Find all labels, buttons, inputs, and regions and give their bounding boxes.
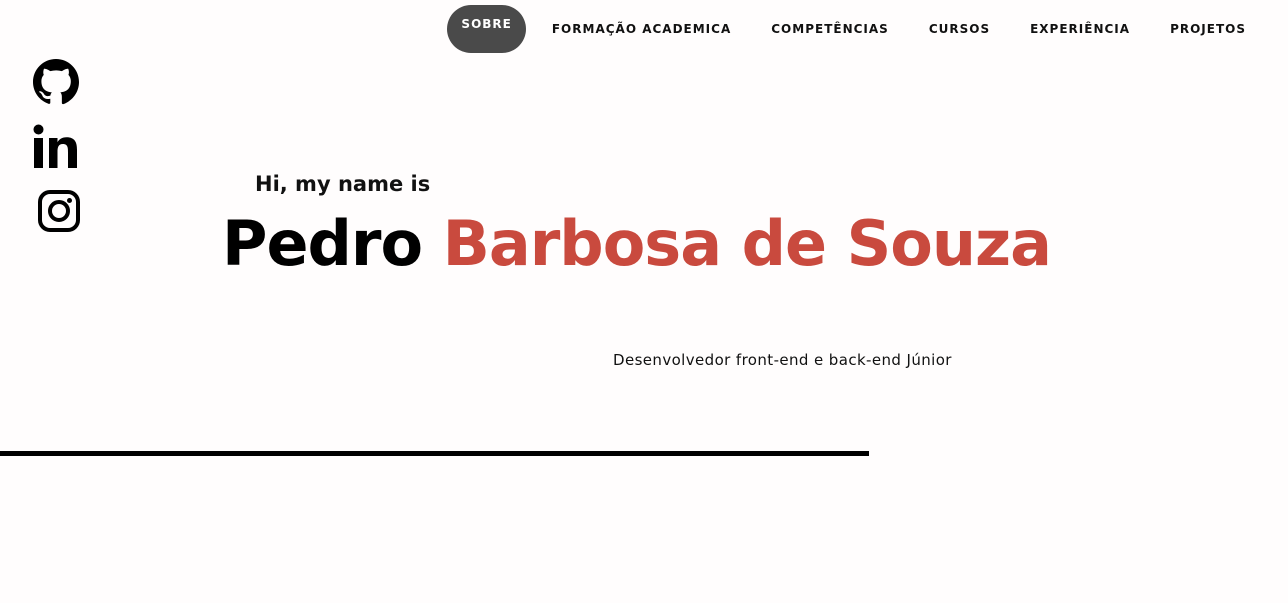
github-icon (33, 59, 79, 105)
social-links (32, 58, 82, 250)
nav-item-experiencia[interactable]: EXPERIÊNCIA (1010, 5, 1150, 53)
last-name: Barbosa de Souza (442, 207, 1052, 280)
instagram-icon (38, 190, 80, 232)
nav-item-cursos[interactable]: CURSOS (909, 5, 1010, 53)
nav-item-sobre[interactable]: SOBRE (447, 5, 526, 53)
hero-name: Pedro Barbosa de Souza (222, 207, 1052, 280)
main-nav: SOBRE FORMAÇÃO ACADEMICA COMPETÊNCIAS CU… (447, 5, 1266, 53)
nav-item-projetos[interactable]: PROJETOS (1150, 5, 1266, 53)
github-link[interactable] (32, 58, 82, 108)
first-name: Pedro (222, 207, 423, 280)
hero-divider (0, 451, 869, 456)
nav-item-competencias[interactable]: COMPETÊNCIAS (751, 5, 909, 53)
nav-item-formacao-academica[interactable]: FORMAÇÃO ACADEMICA (532, 5, 751, 53)
linkedin-link[interactable] (32, 122, 82, 172)
job-title: Desenvolvedor front-end e back-end Júnio… (613, 351, 952, 369)
linkedin-icon (33, 124, 77, 168)
greeting-text: Hi, my name is (255, 172, 431, 196)
instagram-link[interactable] (32, 186, 82, 236)
